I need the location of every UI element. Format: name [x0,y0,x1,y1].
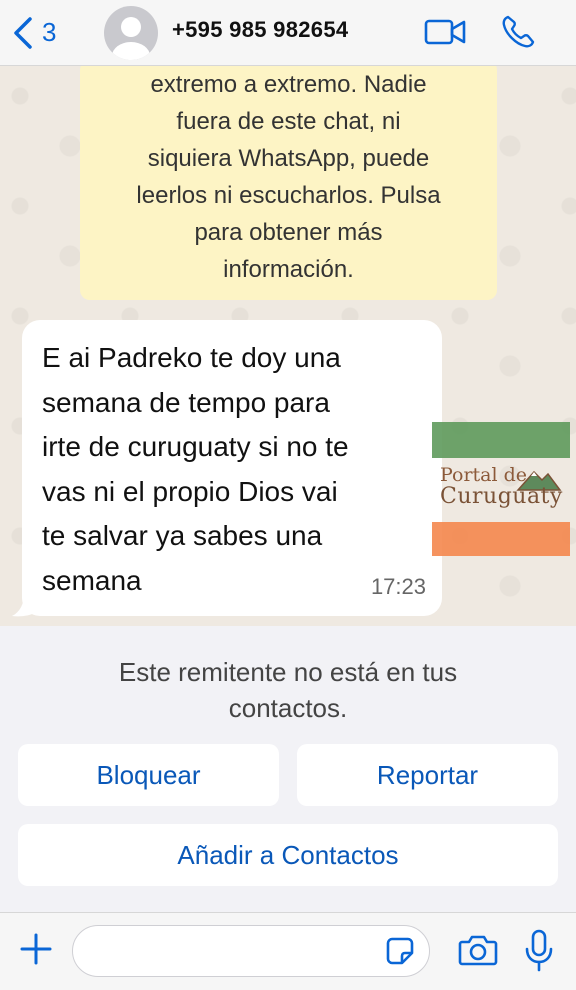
avatar[interactable] [104,6,158,60]
encryption-notice-line: leerlos ni escucharlos. Pulsa [136,182,441,209]
message-line: E ai Padreko te doy una [42,342,341,373]
message-input[interactable] [72,925,430,977]
block-button[interactable]: Bloquear [18,744,279,806]
message-line: semana de tempo para [42,386,330,418]
camera-icon[interactable] [458,933,498,967]
unknown-sender-text: Este remitente no está en tus contactos. [118,657,458,723]
contact-name[interactable]: +595 985 982654 [172,17,348,43]
watermark-green-band [432,422,570,458]
watermark-line1: Portal de [440,464,528,486]
video-call-icon[interactable] [424,16,468,48]
unknown-sender-panel: Este remitente no está en tus contactos.… [0,626,576,912]
encryption-notice-line: fuera de este chat, ni [176,108,401,135]
chevron-left-icon [14,16,32,49]
sticker-icon[interactable] [386,937,414,965]
default-avatar-icon [112,17,150,60]
watermark-orange-band [432,522,570,556]
watermark-line2: Curuguaty [440,484,563,509]
encryption-notice-line: siquiera WhatsApp, puede [147,145,430,172]
message-line: irte de curuguaty si no te [42,431,349,462]
message-line: te salvar ya sabes una [42,520,323,551]
unknown-sender-message: Este remitente no está en tus contactos. [0,654,576,726]
encryption-notice[interactable]: extremo a extremo. Nadie fuera de este c… [80,66,497,300]
microphone-icon[interactable] [524,929,554,973]
message-time: 17:23 [370,574,426,599]
portal-curuguaty-watermark: Portal de Curuguaty [432,422,572,558]
report-button[interactable]: Reportar [297,744,558,806]
back-button[interactable]: 3 [12,16,56,50]
chat-header: 3 +595 985 982654 [0,0,576,66]
message-text: E ai Padreko te doy una semana de tempo … [42,336,422,603]
incoming-message[interactable]: E ai Padreko te doy una semana de tempo … [22,320,442,616]
message-line: semana [42,564,142,596]
encryption-notice-line: información. [223,256,354,283]
message-input-bar [0,912,576,990]
unread-count: 3 [42,17,57,47]
encryption-notice-line: extremo a extremo. Nadie [150,71,427,98]
chat-area[interactable]: extremo a extremo. Nadie fuera de este c… [0,66,576,626]
plus-icon[interactable] [20,933,52,965]
encryption-notice-line: para obtener más [194,219,383,246]
message-line: vas ni el propio Dios vai [42,475,338,507]
add-to-contacts-button[interactable]: Añadir a Contactos [18,824,558,886]
phone-icon[interactable] [500,14,536,50]
